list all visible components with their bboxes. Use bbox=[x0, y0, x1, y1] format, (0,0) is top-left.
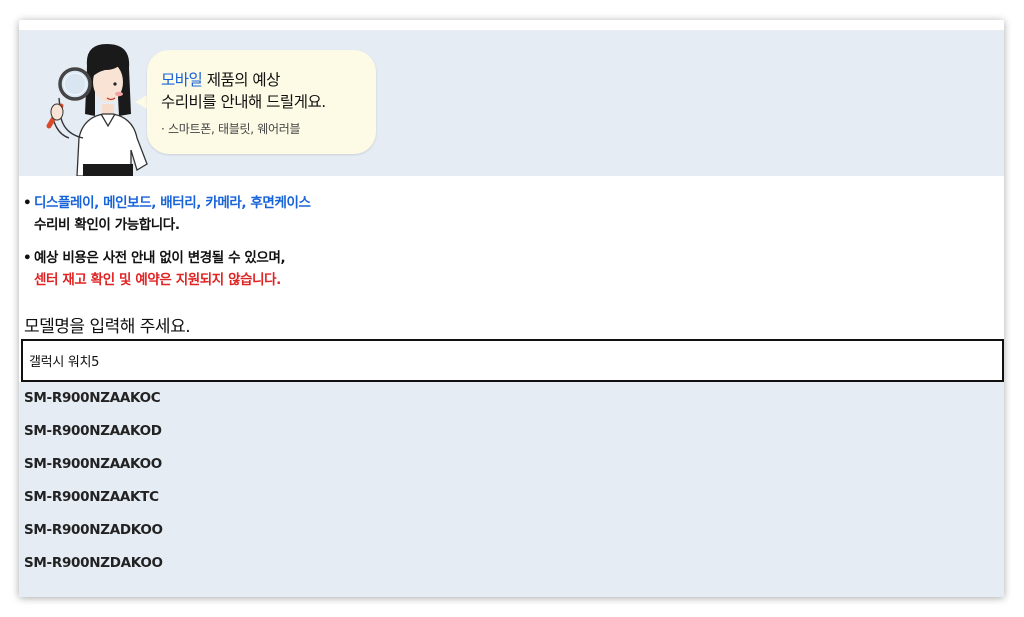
model-result-item[interactable]: SM-R900NZAAKOO bbox=[24, 456, 162, 472]
model-result-item[interactable]: SM-R900NZAAKOC bbox=[24, 390, 161, 406]
model-search-input[interactable] bbox=[23, 341, 1002, 380]
note-bullet: • bbox=[23, 195, 32, 211]
note-2-warning: 센터 재고 확인 및 예약은 지원되지 않습니다. bbox=[34, 272, 281, 288]
banner: 모바일 제품의 예상 수리비를 안내해 드릴게요. · 스마트폰, 태블릿, 웨… bbox=[19, 30, 1004, 176]
bubble-line-1: 모바일 제품의 예상 bbox=[161, 68, 280, 90]
model-result-item[interactable]: SM-R900NZAAKTC bbox=[24, 489, 159, 505]
model-result-item[interactable]: SM-R900NZAAKOD bbox=[24, 423, 162, 439]
bubble-line-2: 수리비를 안내해 드릴게요. bbox=[161, 93, 326, 111]
model-result-item[interactable]: SM-R900NZADKOO bbox=[24, 522, 163, 538]
top-strip bbox=[19, 20, 1004, 30]
note-1-text: 수리비 확인이 가능합니다. bbox=[34, 217, 180, 233]
note-1: • 디스플레이, 메인보드, 배터리, 카메라, 후면케이스 수리비 확인이 가능… bbox=[23, 192, 311, 236]
note-2-text: 예상 비용은 사전 안내 없이 변경될 수 있으며, bbox=[34, 250, 286, 266]
note-2: • 예상 비용은 사전 안내 없이 변경될 수 있으며, 센터 재고 확인 및 예… bbox=[23, 247, 286, 291]
bubble-subtext: · 스마트폰, 태블릿, 웨어러블 bbox=[161, 122, 301, 136]
note-1-parts: 디스플레이, 메인보드, 배터리, 카메라, 후면케이스 bbox=[34, 195, 311, 211]
model-search-field[interactable] bbox=[21, 339, 1004, 382]
speech-bubble: 모바일 제품의 예상 수리비를 안내해 드릴게요. · 스마트폰, 태블릿, 웨… bbox=[147, 50, 376, 154]
bubble-line-1-rest: 제품의 예상 bbox=[202, 71, 281, 89]
bubble-highlight: 모바일 bbox=[161, 71, 203, 89]
model-result-item[interactable]: SM-R900NZDAKOO bbox=[24, 555, 163, 571]
notes-section: • 디스플레이, 메인보드, 배터리, 카메라, 후면케이스 수리비 확인이 가능… bbox=[19, 176, 1004, 337]
note-bullet: • bbox=[23, 250, 32, 266]
model-input-title: 모델명을 입력해 주세요. bbox=[24, 317, 191, 337]
model-results-list: SM-R900NZAAKOC SM-R900NZAAKOD SM-R900NZAAK… bbox=[19, 382, 1004, 597]
repair-cost-panel: 모바일 제품의 예상 수리비를 안내해 드릴게요. · 스마트폰, 태블릿, 웨… bbox=[19, 20, 1004, 597]
